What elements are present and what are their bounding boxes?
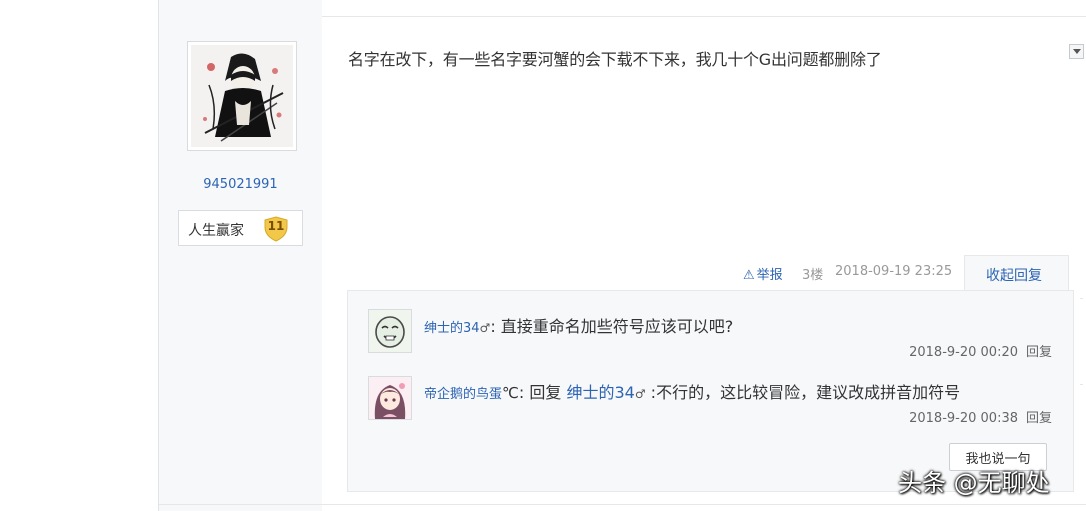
reply-username[interactable]: 帝企鹅的鸟蛋 — [424, 387, 502, 402]
post-menu-dropdown[interactable] — [1069, 44, 1084, 59]
badge-label: 人生赢家 — [188, 223, 244, 239]
author-column: 945021991 人生赢家 11 — [159, 0, 322, 511]
watermark-text: 头条 @无聊处 — [898, 469, 1050, 497]
page: 945021991 人生赢家 11 名字在改下，有一些名字要河蟹的会下载不下来，… — [0, 0, 1086, 511]
scroll-marker — [1080, 384, 1083, 385]
warning-icon: ⚠ — [743, 268, 755, 283]
mentioned-username[interactable]: 绅士的34 — [566, 383, 634, 402]
divider — [159, 504, 1086, 505]
post-timestamp: 2018-09-19 23:25 — [835, 264, 953, 279]
level-number: 11 — [267, 219, 285, 233]
reply-panel: 绅士的34♂: 直接重命名加些符号应该可以吧? 2018-9-20 00:20 回… — [347, 290, 1074, 492]
reply-time: 2018-9-20 00:38 — [909, 411, 1018, 426]
reply-avatar-image — [369, 377, 411, 419]
avatar-image — [191, 45, 293, 147]
post-floor: 945021991 人生赢家 11 名字在改下，有一些名字要河蟹的会下载不下来，… — [158, 0, 1086, 511]
reply-username[interactable]: 绅士的34 — [424, 321, 480, 336]
collapse-replies-tab: 收起回复 — [964, 255, 1069, 291]
member-badge[interactable]: 人生赢家 11 — [178, 210, 303, 246]
reply-time: 2018-9-20 00:20 — [909, 345, 1018, 360]
scroll-marker — [1080, 298, 1083, 299]
reply-footer: 2018-9-20 00:20 回复 — [909, 341, 1052, 360]
reply-item: 帝企鹅的鸟蛋℃: 回复 绅士的34♂ :不行的，这比较冒险，建议改成拼音加符号 … — [348, 375, 1073, 435]
author-avatar[interactable] — [187, 41, 297, 151]
reply-avatar[interactable] — [368, 376, 412, 420]
reply-footer: 2018-9-20 00:38 回复 — [909, 407, 1052, 426]
report-link[interactable]: ⚠ 举报 — [743, 264, 783, 283]
reply-avatar[interactable] — [368, 309, 412, 353]
collapse-replies-link[interactable]: 收起回复 — [986, 265, 1042, 285]
reply-link[interactable]: 回复 — [1026, 411, 1052, 426]
reply-text: : 直接重命名加些符号应该可以吧? — [490, 317, 734, 336]
report-label: 举报 — [756, 268, 783, 283]
reply-text: :不行的，这比较冒险，建议改成拼音加符号 — [645, 383, 961, 402]
male-icon: ♂ — [634, 387, 646, 401]
chevron-down-icon — [1073, 49, 1081, 54]
reply-link[interactable]: 回复 — [1026, 345, 1052, 360]
username-suffix: ℃ — [502, 384, 519, 402]
level-icon: 11 — [262, 215, 290, 243]
reply-text-line: 帝企鹅的鸟蛋℃: 回复 绅士的34♂ :不行的，这比较冒险，建议改成拼音加符号 — [424, 379, 960, 403]
post-content: 名字在改下，有一些名字要河蟹的会下载不下来，我几十个G出问题都删除了 — [348, 50, 882, 69]
reply-text-line: 绅士的34♂: 直接重命名加些符号应该可以吧? — [424, 313, 733, 337]
reply-avatar-image — [369, 310, 411, 352]
male-icon: ♂ — [479, 321, 491, 335]
floor-number: 3楼 — [802, 268, 824, 283]
author-username[interactable]: 945021991 — [159, 177, 322, 192]
reply-item: 绅士的34♂: 直接重命名加些符号应该可以吧? 2018-9-20 00:20 回… — [348, 309, 1073, 369]
reply-prefix: : 回复 — [518, 383, 567, 402]
